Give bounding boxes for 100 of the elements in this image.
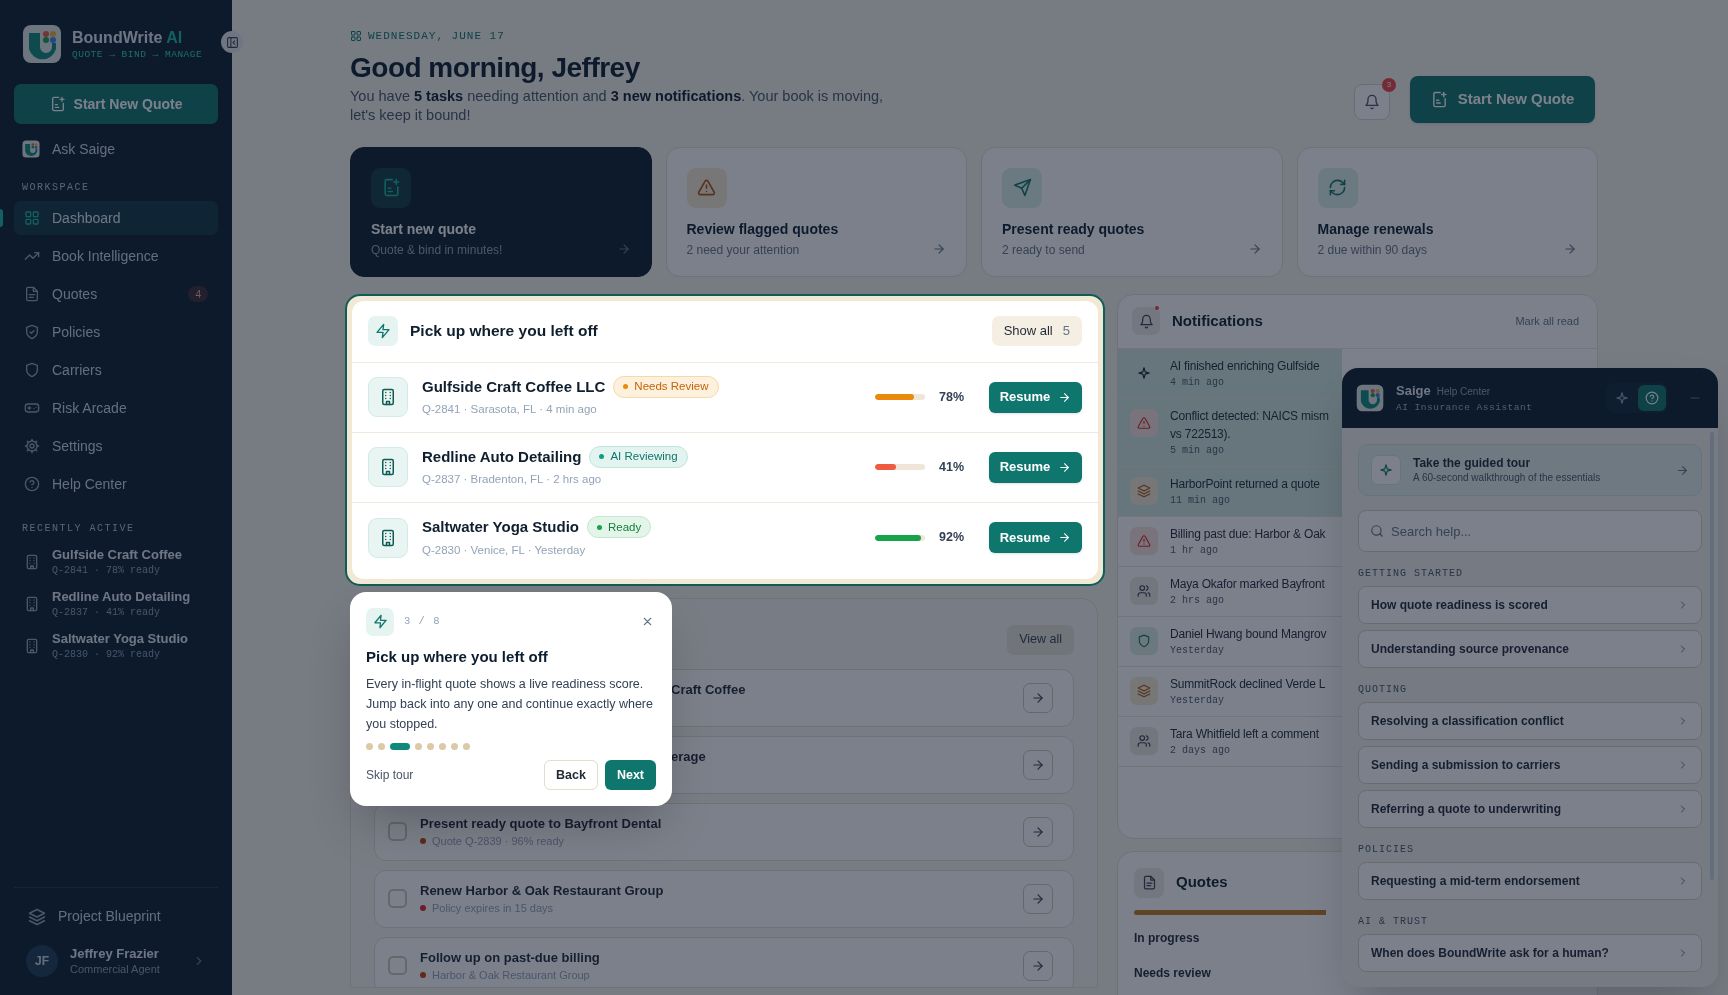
help-article[interactable]: How quote readiness is scored [1358,586,1702,624]
bell-icon [1364,94,1380,110]
building-icon [24,554,40,570]
sidebar-item[interactable]: Risk Arcade [14,391,218,425]
recent-item[interactable]: Gulfside Craft Coffee Q-2841 · 78% ready [14,546,218,578]
notifications-button[interactable] [1354,84,1390,120]
show-all-button[interactable]: Show all 5 [991,316,1082,346]
panel-heading: Quotes [1176,872,1228,893]
bell-icon [1138,313,1154,329]
warning-icon [1137,533,1151,548]
action-card[interactable]: Manage renewals 2 due within 90 days [1296,146,1598,277]
ask-assistant-link[interactable]: Ask Saige [14,132,218,166]
resume-button[interactable]: Resume [989,381,1082,413]
task-title: Present ready quote to Bayfront Dental [420,814,663,833]
notification-text: SummitRock declined Verde L [1170,675,1326,693]
open-task-button[interactable] [1023,950,1053,981]
notification-item[interactable]: Conflict detected: NAICS mism vs 722513). 5 min ago [1118,398,1342,467]
recent-item[interactable]: Redline Auto Detailing Q-2837 · 41% ready [14,588,218,620]
quote-stage: Needs review [1134,964,1211,982]
greeting-heading: Good morning, Jeffrey [350,50,641,85]
new-document-icon [1430,90,1448,108]
lightning-icon [372,614,388,629]
tour-card-title: Take the guided tour [1413,455,1532,471]
notification-item[interactable]: AI finished enriching Gulfside 4 min ago [1118,348,1342,399]
notification-time: 2 hrs ago [1170,593,1225,608]
people-icon [1137,733,1151,748]
action-card[interactable]: Present ready quotes 2 ready to send [981,146,1283,277]
arrow-right-icon [932,241,946,256]
warning-icon [697,178,716,197]
arrow-right-icon [616,241,631,256]
open-task-button[interactable] [1023,816,1053,847]
view-all-button[interactable]: View all [1007,624,1074,655]
step-counter: 3 / 8 [404,613,442,629]
action-card[interactable]: Review flagged quotes 2 need your attention [665,146,967,277]
new-document-icon [381,178,401,197]
help-article[interactable]: Requesting a mid-term endorsement [1358,862,1702,900]
help-article[interactable]: Understanding source provenance [1358,630,1702,668]
task-checkbox[interactable] [388,956,407,975]
quote-meta: Q-2837 · Bradenton, FL · 2 hrs ago [422,472,603,488]
resume-button[interactable]: Resume [989,451,1082,483]
section-label: WORKSPACE [21,181,91,195]
resume-button[interactable]: Resume [989,522,1082,553]
guided-tour-card[interactable]: Take the guided tour A 60-second walkthrough of the essentials [1358,444,1702,496]
task-title: erage [671,747,707,766]
tour-title: Pick up where you left off [366,646,549,667]
sidebar-collapse-button[interactable] [221,31,243,53]
start-quote-button[interactable]: Start New Quote [1410,75,1595,123]
user-name: Jeffrey Frazier [70,945,160,962]
arrow-right-icon [1058,460,1072,474]
mark-all-read-link[interactable]: Mark all read [1515,312,1579,330]
sidebar-item[interactable]: Dashboard [14,201,218,235]
notification-text: Conflict detected: NAICS mism vs 722513). [1170,407,1329,443]
arrow-right-icon [1676,463,1689,477]
card-subtitle: 2 ready to send [1002,241,1086,258]
notification-time: 11 min ago [1170,493,1231,508]
open-task-button[interactable] [1023,749,1053,780]
blueprint-link[interactable]: Project Blueprint [14,906,218,927]
sidebar-item[interactable]: Book Intelligence [14,239,218,273]
shield-icon [24,362,40,378]
help-article[interactable]: Resolving a classification conflict [1358,702,1702,740]
back-button[interactable]: Back [544,760,598,790]
task-checkbox[interactable] [388,822,407,841]
building-icon [24,596,40,612]
arrow-right-icon [1058,531,1072,544]
notification-item[interactable]: HarborPoint returned a quote 11 min ago [1118,466,1342,517]
notification-text: Maya Okafor marked Bayfront [1170,575,1325,593]
next-button[interactable]: Next [604,760,656,790]
lightning-icon [375,323,391,339]
open-task-button[interactable] [1023,682,1053,713]
document-icon [24,286,40,302]
building-icon [24,638,40,654]
notification-text: AI finished enriching Gulfside [1170,357,1320,375]
sidebar-item[interactable]: Carriers [14,353,218,387]
settings-icon [24,438,40,454]
mode-button[interactable] [1638,385,1666,411]
sidebar-item[interactable]: Settings [14,429,218,463]
notification-text: HarborPoint returned a quote [1170,475,1320,493]
start-quote-button[interactable]: Start New Quote [14,84,218,124]
recent-item[interactable]: Saltwater Yoga Studio Q-2830 · 92% ready [14,630,218,662]
arrow-right-icon [1058,390,1072,404]
notification-time: Yesterday [1170,693,1225,708]
sidebar-item[interactable]: Help Center [14,467,218,501]
logo-icon [22,24,62,64]
user-role: Commercial Agent [70,962,161,977]
sidebar-item[interactable]: Policies [14,315,218,349]
grid-icon [350,30,362,43]
sidebar-item[interactable]: Quotes 4 [14,277,218,311]
notification-text: Tara Whitfield left a comment [1170,725,1319,743]
brand-name: BoundWrite AI [72,27,184,48]
help-article[interactable]: Sending a submission to carriers [1358,746,1702,784]
notification-time: 5 min ago [1170,443,1225,458]
open-task-button[interactable] [1023,883,1053,914]
help-article[interactable]: Referring a quote to underwriting [1358,790,1702,828]
notification-time: 1 hr ago [1170,543,1219,558]
task-checkbox[interactable] [388,889,407,908]
search-field[interactable]: Search help... [1358,510,1702,552]
layers-icon [1137,483,1151,498]
action-card[interactable]: Start new quote Quote & bind in minutes! [350,146,652,277]
help-article[interactable]: When does BoundWrite ask for a human? [1358,934,1702,972]
building-icon [379,388,397,406]
